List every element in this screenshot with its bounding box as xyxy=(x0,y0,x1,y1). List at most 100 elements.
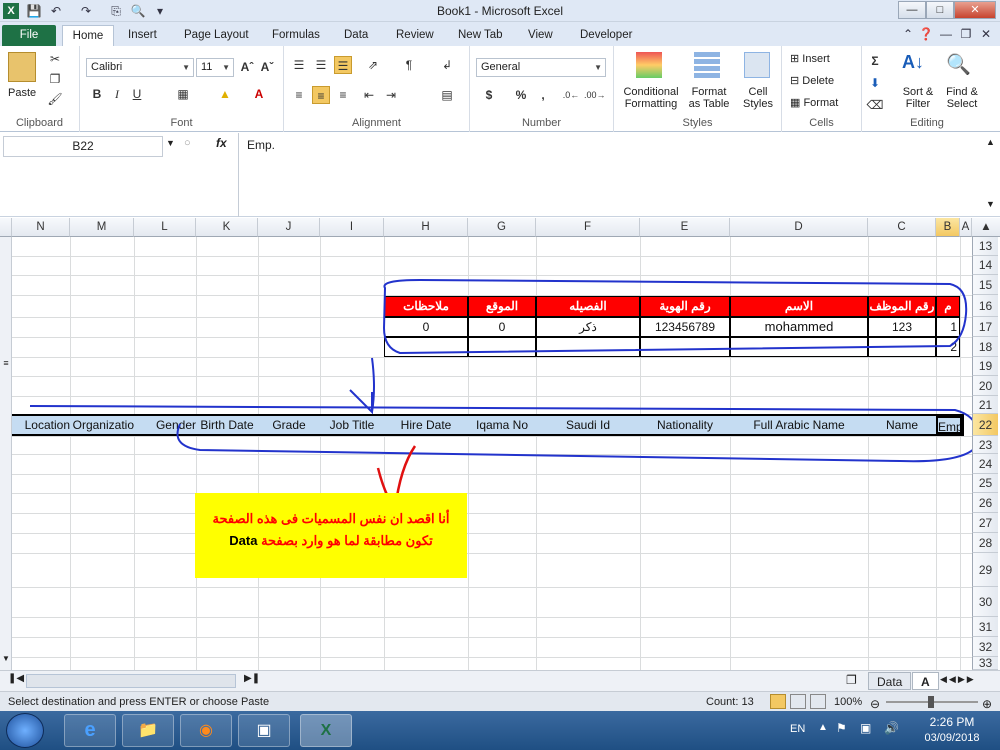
tab-home[interactable]: Home xyxy=(62,25,114,46)
excel-taskbar-icon[interactable]: X xyxy=(300,714,352,747)
row-header[interactable]: 28 xyxy=(972,533,998,553)
increase-indent-icon[interactable]: ⇥ xyxy=(382,86,400,104)
underline-button[interactable]: U xyxy=(128,85,146,103)
file-explorer-icon[interactable]: 📁 xyxy=(122,714,174,747)
vertical-scroll-up-icon[interactable]: ▲ xyxy=(972,218,1000,237)
font-size-combo[interactable]: 11 ▼ xyxy=(196,58,234,77)
paste-button[interactable]: Paste xyxy=(8,87,36,99)
shrink-font-icon[interactable]: Aˇ xyxy=(258,58,276,76)
row-header[interactable]: 20 xyxy=(972,376,998,396)
conditional-formatting-button[interactable]: Conditional Formatting xyxy=(620,86,682,110)
formula-input[interactable]: Emp. xyxy=(238,133,984,217)
tab-developer[interactable]: Developer xyxy=(572,25,640,46)
text-direction-icon[interactable]: ¶ xyxy=(400,56,418,74)
page-break-view-icon[interactable] xyxy=(810,694,826,709)
cut-icon[interactable]: ✂ xyxy=(46,50,64,68)
wrap-text-icon[interactable]: ↲ xyxy=(438,56,456,74)
row-header[interactable]: 15 xyxy=(972,275,998,295)
row-header[interactable]: 24 xyxy=(972,454,998,474)
row-header[interactable]: 26 xyxy=(972,493,998,513)
zoom-thumb[interactable] xyxy=(928,696,934,708)
currency-button[interactable]: $ xyxy=(480,86,498,104)
internet-explorer-icon[interactable]: e xyxy=(64,714,116,747)
row-header[interactable]: 31 xyxy=(972,617,998,637)
autosum-button[interactable]: Σ xyxy=(866,52,884,70)
align-left-icon[interactable]: ≡ xyxy=(290,86,308,104)
split-handle-icon[interactable]: ≡ xyxy=(1,358,11,372)
sheet-tab-data[interactable]: Data xyxy=(868,672,912,690)
horizontal-scrollbar[interactable] xyxy=(26,674,236,688)
firefox-icon[interactable]: ◉ xyxy=(180,714,232,747)
help-icon[interactable]: ❓ xyxy=(918,26,934,42)
language-indicator[interactable]: EN xyxy=(790,723,805,735)
zoom-level[interactable]: 100% xyxy=(834,692,862,712)
row-header[interactable]: 25 xyxy=(972,474,998,493)
borders-icon[interactable]: ▦ xyxy=(174,85,192,103)
bold-button[interactable]: B xyxy=(88,85,106,103)
align-center-icon[interactable]: ≡ xyxy=(312,86,330,104)
align-right-icon[interactable]: ≡ xyxy=(334,86,352,104)
page-layout-view-icon[interactable] xyxy=(790,694,806,709)
copy-icon[interactable]: ❐ xyxy=(46,70,64,88)
insert-cells-button[interactable]: ⊞ Insert xyxy=(790,52,830,65)
paste-icon[interactable] xyxy=(8,52,36,82)
tab-new-tab[interactable]: New Tab xyxy=(450,25,511,46)
format-painter-icon[interactable]: 🖌 xyxy=(46,90,64,108)
merge-center-icon[interactable]: ▤ xyxy=(438,86,456,104)
sheet-tab-a[interactable]: A xyxy=(912,672,939,690)
clock-time[interactable]: 2:26 PM xyxy=(922,715,982,729)
row-header[interactable]: 29 xyxy=(972,553,998,587)
percent-button[interactable]: % xyxy=(512,86,530,104)
cell-styles-button[interactable]: Cell Styles xyxy=(736,86,780,110)
format-cells-button[interactable]: ▦ Format xyxy=(790,96,838,109)
volume-icon[interactable]: 🔊 xyxy=(884,721,899,735)
row-header[interactable]: 17 xyxy=(972,317,998,337)
tab-file[interactable]: File xyxy=(2,25,56,46)
start-button[interactable] xyxy=(6,713,44,748)
close-button[interactable]: ✕ xyxy=(954,1,996,19)
namebox-dropdown-icon[interactable]: ▼ xyxy=(166,138,175,148)
comma-button[interactable]: , xyxy=(534,86,552,104)
binoculars-icon[interactable]: 🔍 xyxy=(946,52,972,78)
show-hidden-icons[interactable]: ▲ xyxy=(818,722,828,733)
row-header[interactable]: 21 xyxy=(972,396,998,414)
grow-font-icon[interactable]: Aˆ xyxy=(238,58,256,76)
format-as-table-icon[interactable] xyxy=(694,52,720,78)
fill-color-icon[interactable]: ▲ xyxy=(216,85,234,103)
maximize-button[interactable]: □ xyxy=(926,1,954,19)
find-select-button[interactable]: Find & Select xyxy=(940,86,984,110)
action-center-flag-icon[interactable]: ⚑ xyxy=(836,721,847,735)
tab-insert[interactable]: Insert xyxy=(120,25,165,46)
worksheet-grid[interactable]: N M L K J I H G F E D C B A ▲ 13 14 15 1… xyxy=(0,218,1000,670)
formula-scroll-down-icon[interactable]: ▼ xyxy=(986,199,995,209)
decrease-indent-icon[interactable]: ⇤ xyxy=(360,86,378,104)
formula-scroll-up-icon[interactable]: ▲ xyxy=(986,137,995,147)
row-header[interactable]: 23 xyxy=(972,436,998,454)
clear-icon[interactable]: ⌫ xyxy=(866,96,884,114)
tab-review[interactable]: Review xyxy=(388,25,442,46)
row-header[interactable]: 32 xyxy=(972,637,998,657)
row-header[interactable]: 19 xyxy=(972,357,998,376)
delete-cells-button[interactable]: ⊟ Delete xyxy=(790,74,834,87)
row-header-selected[interactable]: 22 xyxy=(972,414,998,436)
scroll-down-icon[interactable]: ▼ xyxy=(2,654,10,663)
align-bottom-icon[interactable]: ☰ xyxy=(334,56,352,74)
number-format-combo[interactable]: General ▼ xyxy=(476,58,606,77)
increase-decimal-icon[interactable]: .0← xyxy=(562,86,580,104)
normal-view-icon[interactable] xyxy=(770,694,786,709)
window-close-icon[interactable]: ✕ xyxy=(978,26,994,42)
row-header[interactable]: 13 xyxy=(972,237,998,256)
tab-data[interactable]: Data xyxy=(336,25,376,46)
row-header[interactable]: 16 xyxy=(972,295,998,317)
cell-styles-icon[interactable] xyxy=(744,52,770,78)
window-minimize-icon[interactable]: — xyxy=(938,26,954,42)
collapse-ribbon-icon[interactable]: ⌃ xyxy=(900,26,916,42)
row-header[interactable]: 33 xyxy=(972,657,998,670)
hscroll-left-icon[interactable]: ❚◀ xyxy=(8,673,24,684)
align-middle-icon[interactable]: ☰ xyxy=(312,56,330,74)
conditional-formatting-icon[interactable] xyxy=(636,52,662,78)
hscroll-right-icon[interactable]: ▶❚ xyxy=(244,673,260,684)
tab-page-layout[interactable]: Page Layout xyxy=(176,25,257,46)
window-restore-icon[interactable]: ❐ xyxy=(958,26,974,42)
row-header[interactable]: 30 xyxy=(972,587,998,617)
